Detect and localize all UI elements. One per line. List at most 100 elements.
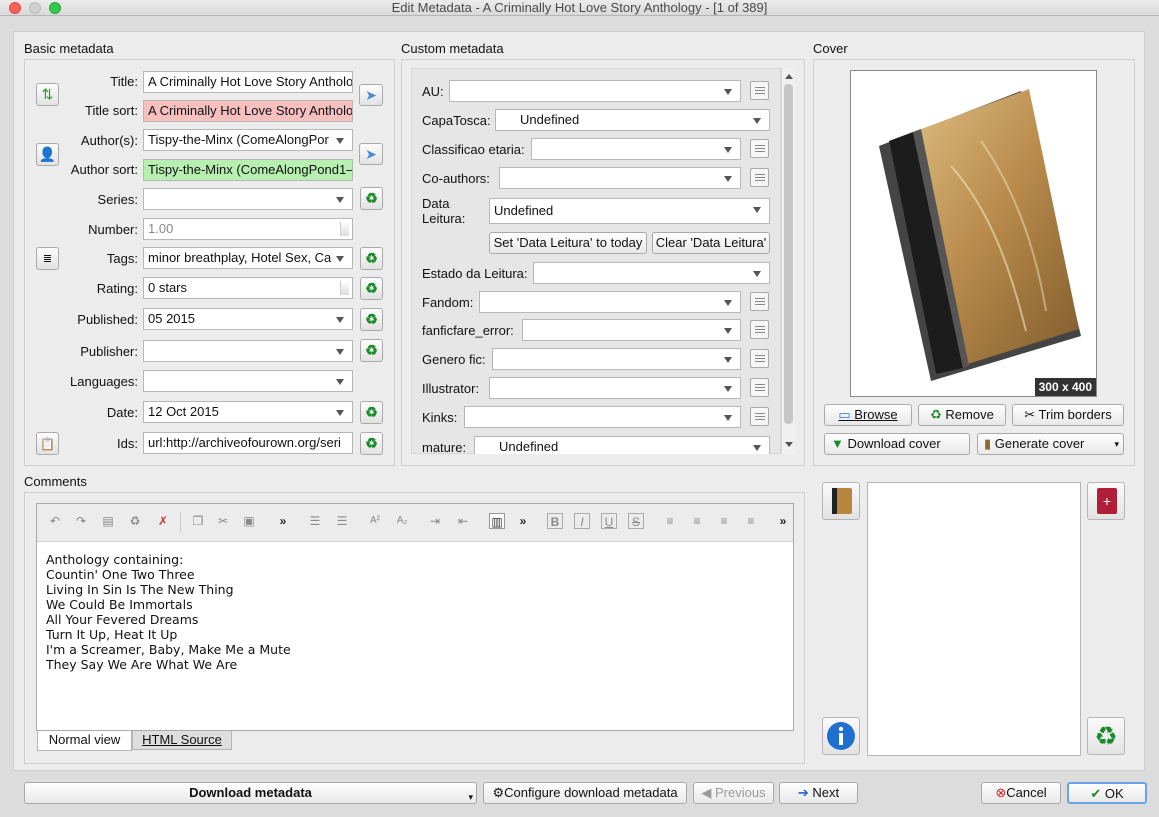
align-right-icon[interactable]: ≡	[716, 513, 732, 529]
clear-rating-button[interactable]: ♻	[360, 277, 383, 300]
title-sort-auto-button[interactable]: ➤	[359, 84, 383, 106]
previous-button[interactable]: ◀ Previous	[693, 782, 774, 804]
edit-tags-button[interactable]: ≣	[36, 247, 59, 270]
swap-title-author-button[interactable]: ⇅	[36, 83, 59, 106]
classificao-field[interactable]	[531, 138, 741, 160]
book-format-button[interactable]	[822, 482, 860, 520]
date-field[interactable]: 12 Oct 2015	[143, 401, 353, 423]
more-icon[interactable]: »	[515, 513, 531, 529]
clear-ids-button[interactable]: ♻	[360, 432, 383, 455]
ids-field[interactable]: url:http://archiveofourown.org/seri	[143, 432, 353, 454]
configure-download-metadata-button[interactable]: ⚙Configure download metadata	[483, 782, 687, 804]
author-sort-auto-button[interactable]: ➤	[359, 143, 383, 165]
cover-image[interactable]: 300 x 400	[850, 70, 1097, 397]
genero-field[interactable]	[492, 348, 741, 370]
title-sort-field[interactable]: A Criminally Hot Love Story Antholo	[143, 100, 353, 122]
series-field[interactable]	[143, 188, 353, 210]
generate-cover-button[interactable]: ▮ Generate cover ▾	[977, 433, 1124, 455]
rating-field[interactable]: 0 stars	[143, 277, 353, 299]
cut-icon[interactable]: ✂	[215, 513, 231, 529]
remove-format-button[interactable]: ♻	[1087, 717, 1125, 755]
cancel-button[interactable]: ⊗Cancel	[981, 782, 1061, 804]
close-window-icon[interactable]	[9, 2, 21, 14]
superscript-icon[interactable]: A²	[367, 513, 383, 529]
ok-button[interactable]: ✔ OK	[1067, 782, 1147, 804]
clear-tags-button[interactable]: ♻	[360, 247, 383, 270]
undo-icon[interactable]: ↶	[47, 513, 63, 529]
next-button[interactable]: ➔ Next	[779, 782, 858, 804]
align-left-icon[interactable]: ≡	[662, 513, 678, 529]
minimize-window-icon[interactable]	[29, 2, 41, 14]
unordered-list-icon[interactable]: ☰	[334, 513, 350, 529]
published-field[interactable]: 05 2015	[143, 308, 353, 330]
clear-published-button[interactable]: ♻	[360, 308, 383, 331]
align-justify-icon[interactable]: ≡	[743, 513, 759, 529]
trim-borders-button[interactable]: ✂ Trim borders	[1012, 404, 1124, 426]
add-format-button[interactable]: +	[1087, 482, 1125, 520]
formats-list[interactable]	[867, 482, 1081, 756]
tab-normal-view[interactable]: Normal view	[37, 731, 132, 751]
estado-select[interactable]	[533, 262, 770, 284]
ordered-list-icon[interactable]: ☰	[307, 513, 323, 529]
custom-scrollbar[interactable]	[781, 68, 795, 454]
fanficfare-field[interactable]	[522, 319, 741, 341]
indent-icon[interactable]: ⇥	[427, 513, 443, 529]
select-all-icon[interactable]: ▤	[100, 513, 116, 529]
download-metadata-button[interactable]: Download metadata ▾	[24, 782, 477, 804]
bold-icon[interactable]: B	[547, 513, 563, 529]
redo-icon[interactable]: ↷	[73, 513, 89, 529]
zoom-window-icon[interactable]	[49, 2, 61, 14]
clear-series-button[interactable]: ♻	[360, 187, 383, 210]
clear-date-button[interactable]: ♻	[360, 401, 383, 424]
scroll-down-icon[interactable]	[785, 442, 793, 447]
coauthors-notes-button[interactable]	[750, 168, 769, 187]
align-center-icon[interactable]: ≡	[689, 513, 705, 529]
coauthors-field[interactable]	[499, 167, 741, 189]
clear-data-leitura-button[interactable]: Clear 'Data Leitura'	[652, 232, 770, 254]
scroll-up-icon[interactable]	[785, 74, 793, 79]
set-data-leitura-today-button[interactable]: Set 'Data Leitura' to today	[489, 232, 647, 254]
remove-formatting-icon[interactable]: ♻	[127, 513, 143, 529]
fandom-notes-button[interactable]	[750, 292, 769, 311]
languages-field[interactable]	[143, 370, 353, 392]
copy-icon[interactable]: ❐	[190, 513, 206, 529]
tab-html-source[interactable]: HTML Source	[132, 731, 232, 750]
columns-icon[interactable]: ▥	[489, 513, 505, 529]
outdent-icon[interactable]: ⇤	[455, 513, 471, 529]
clear-publisher-button[interactable]: ♻	[360, 339, 383, 362]
paste-icon[interactable]: ▣	[241, 513, 257, 529]
illustrator-field[interactable]	[489, 377, 741, 399]
tags-field[interactable]: minor breathplay, Hotel Sex, Ca	[143, 247, 353, 269]
kinks-field[interactable]	[464, 406, 741, 428]
italic-icon[interactable]: I	[574, 513, 590, 529]
scroll-thumb[interactable]	[784, 84, 793, 424]
strikethrough-icon[interactable]: S	[628, 513, 644, 529]
illustrator-notes-button[interactable]	[750, 378, 769, 397]
classificao-notes-button[interactable]	[750, 139, 769, 158]
underline-icon[interactable]: U	[601, 513, 617, 529]
data-leitura-field[interactable]: Undefined	[489, 198, 770, 224]
authors-field[interactable]: Tispy-the-Minx (ComeAlongPor	[143, 129, 353, 151]
publisher-field[interactable]	[143, 340, 353, 362]
author-sort-field[interactable]: Tispy-the-Minx (ComeAlongPond1–	[143, 159, 353, 181]
comments-text[interactable]: Anthology containing: Countin' One Two T…	[46, 552, 291, 672]
genero-notes-button[interactable]	[750, 349, 769, 368]
title-field[interactable]: A Criminally Hot Love Story Antholo	[143, 71, 353, 93]
fandom-field[interactable]	[479, 291, 741, 313]
more-icon[interactable]: »	[775, 513, 791, 529]
au-notes-button[interactable]	[750, 81, 769, 100]
au-field[interactable]	[449, 80, 741, 102]
download-cover-button[interactable]: ▼ Download cover	[824, 433, 970, 455]
clear-icon[interactable]: ✗	[155, 513, 171, 529]
mature-select[interactable]: Undefined	[474, 436, 770, 454]
fanficfare-notes-button[interactable]	[750, 320, 769, 339]
capatosca-select[interactable]: Undefined	[495, 109, 770, 131]
series-number-field[interactable]: 1.00	[143, 218, 353, 240]
kinks-notes-button[interactable]	[750, 407, 769, 426]
browse-cover-button[interactable]: ▭ Browse	[824, 404, 912, 426]
format-info-button[interactable]	[822, 717, 860, 755]
paste-isbn-button[interactable]: 📋	[36, 432, 59, 455]
more-icon[interactable]: »	[275, 513, 291, 529]
manage-authors-button[interactable]: 👤	[36, 143, 59, 166]
subscript-icon[interactable]: A₂	[394, 513, 410, 529]
